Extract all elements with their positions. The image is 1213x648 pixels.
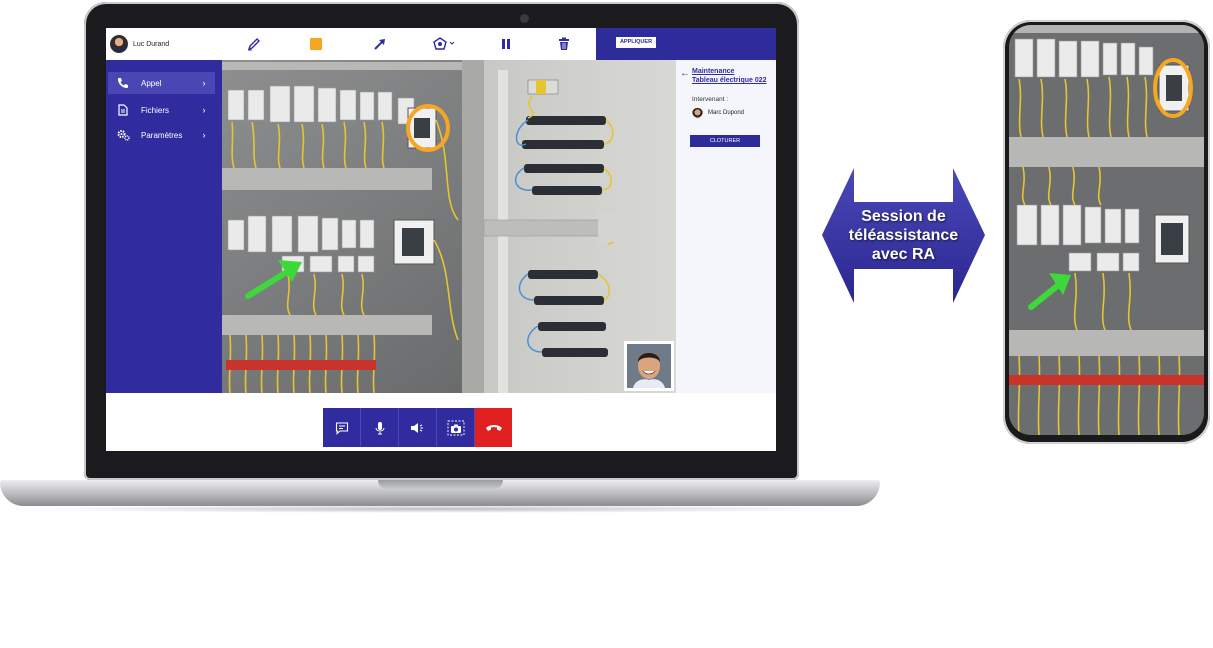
pen-tool-button[interactable] xyxy=(244,34,264,54)
pause-button[interactable] xyxy=(496,34,516,54)
user-name: Luc Durand xyxy=(133,40,170,48)
camera-icon xyxy=(447,420,464,435)
arrow-icon xyxy=(374,39,385,50)
top-toolbar: Luc Durand APPLIQUER xyxy=(106,28,776,60)
chat-icon xyxy=(335,421,348,435)
remote-participant-video[interactable] xyxy=(624,341,674,391)
user-avatar xyxy=(110,35,128,53)
phone-icon xyxy=(116,76,130,90)
intervenant-label: Intervenant : xyxy=(692,96,729,103)
arrow-tool-button[interactable] xyxy=(370,34,390,54)
sidebar-item-label: Paramètres xyxy=(141,130,183,140)
screenshot-button[interactable] xyxy=(437,408,475,447)
file-icon xyxy=(116,103,130,117)
smartphone-screen[interactable] xyxy=(1009,25,1204,435)
laptop-shadow xyxy=(20,505,860,513)
color-picker-button[interactable] xyxy=(306,34,326,54)
pause-icon xyxy=(502,39,510,49)
back-arrow-icon[interactable]: ← xyxy=(680,68,690,79)
speaker-button[interactable] xyxy=(399,408,437,447)
sidebar-item-label: Fichiers xyxy=(141,105,170,115)
video-feed[interactable] xyxy=(222,60,676,393)
trash-icon xyxy=(559,37,569,50)
laptop-notch xyxy=(378,480,503,489)
square-icon xyxy=(310,38,322,50)
chevron-right-icon: › xyxy=(202,105,206,115)
session-label: Session de téléassistance avec RA xyxy=(822,207,985,264)
laptop-screen: Luc Durand APPLIQUER Appel › Fichiers › … xyxy=(106,28,776,451)
session-label-line2: téléassistance xyxy=(848,227,959,244)
chevron-right-icon: › xyxy=(202,130,206,140)
shape-tool-dropdown[interactable] xyxy=(432,34,460,54)
intervenant-avatar xyxy=(692,108,703,119)
hangup-button[interactable] xyxy=(475,408,512,447)
intervention-panel: ← Maintenance Tableau électrique 022 Int… xyxy=(676,60,776,393)
settings-icon xyxy=(116,128,130,142)
hangup-icon xyxy=(485,424,502,431)
sidebar-item-fichiers[interactable]: Fichiers › xyxy=(108,99,215,121)
sidebar-item-appel[interactable]: Appel › xyxy=(108,72,215,94)
session-label-line1: Session de xyxy=(861,208,946,225)
participant-face xyxy=(627,344,671,388)
session-label-line3: avec RA xyxy=(871,246,936,263)
intervention-title[interactable]: Maintenance xyxy=(692,68,734,75)
intervenant-name: Marc Dupond xyxy=(708,110,745,116)
electrical-panel-image xyxy=(222,60,676,393)
smartphone-camera-view xyxy=(1009,25,1204,435)
microphone-icon xyxy=(375,421,384,434)
intervention-subtitle[interactable]: Tableau électrique 022 xyxy=(692,77,767,84)
close-intervention-button[interactable]: CLOTURER xyxy=(690,135,760,147)
chevron-right-icon: › xyxy=(202,78,206,88)
sidebar-item-parametres[interactable]: Paramètres › xyxy=(108,124,215,146)
speaker-icon xyxy=(410,422,423,433)
user-profile[interactable]: Luc Durand xyxy=(110,34,169,54)
sidebar-item-label: Appel xyxy=(141,78,162,88)
call-controls xyxy=(323,408,512,447)
microphone-button[interactable] xyxy=(361,408,399,447)
delete-button[interactable] xyxy=(554,34,574,54)
apply-area: APPLIQUER xyxy=(596,28,776,60)
shape-dropdown-icon xyxy=(433,37,455,50)
chat-button[interactable] xyxy=(323,408,361,447)
apply-button[interactable]: APPLIQUER xyxy=(616,37,656,48)
pen-icon xyxy=(247,38,260,51)
sidebar: Appel › Fichiers › Paramètres › xyxy=(106,60,222,393)
webcam xyxy=(520,14,529,23)
